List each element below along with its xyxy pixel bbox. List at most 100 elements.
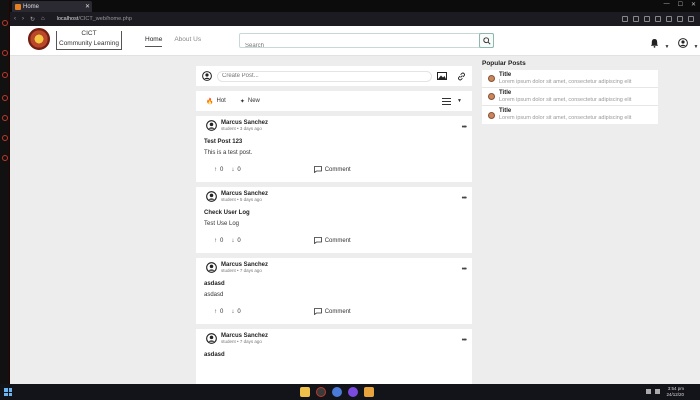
brand-line1: CICT [81, 30, 97, 37]
arrow-down-icon: ↓ [231, 237, 235, 244]
downvote-button[interactable]: ↓ 0 [231, 167, 240, 173]
browser-tabbar: Home ✕ — ☐ ✕ [10, 0, 700, 12]
upvote-button[interactable]: ↑ 0 [214, 167, 223, 173]
search-button[interactable] [479, 33, 494, 48]
comment-button[interactable]: Comment [313, 308, 351, 315]
toolbar-icon[interactable] [633, 16, 639, 22]
sidebar-app-icon[interactable] [2, 95, 8, 101]
post-title[interactable]: Test Post 123 [204, 139, 464, 145]
app-icon[interactable] [364, 387, 374, 397]
post-header: Marcus Sanchez student • 3 days ago [206, 120, 464, 131]
popular-item-title: Title [499, 108, 512, 114]
comment-label: Comment [324, 237, 351, 244]
hamburger-icon [442, 97, 452, 105]
popular-item[interactable]: Title Lorem ipsum dolor sit amet, consec… [482, 106, 658, 124]
more-options-icon[interactable]: ••• [462, 266, 467, 273]
nav-about[interactable]: About Us [174, 36, 201, 47]
browser-tab[interactable]: Home ✕ [12, 1, 92, 12]
comment-label: Comment [324, 166, 351, 173]
downvote-button[interactable]: ↓ 0 [231, 238, 240, 244]
more-options-icon[interactable]: ••• [462, 124, 467, 131]
nav-home[interactable]: Home [145, 36, 163, 47]
taskbar-apps [300, 387, 374, 397]
browser-app-icon[interactable] [316, 387, 326, 397]
post-meta: student • 3 days ago [221, 126, 262, 131]
sidebar-app-icon[interactable] [2, 20, 8, 26]
sidebar-app-icon[interactable] [2, 72, 8, 78]
popular-item-desc: Lorem ipsum dolor sit amet, consectetur … [499, 96, 632, 103]
popular-item[interactable]: Title Lorem ipsum dolor sit amet, consec… [482, 88, 658, 106]
post-title[interactable]: Check User Log [204, 210, 464, 216]
forward-icon[interactable]: › [22, 16, 24, 22]
more-options-icon[interactable]: ••• [462, 195, 467, 202]
toolbar-icon[interactable] [688, 16, 694, 22]
toolbar-icon[interactable] [622, 16, 628, 22]
comment-icon [313, 166, 322, 173]
author-avatar-icon[interactable] [206, 262, 217, 273]
view-menu-button[interactable]: ▼ [442, 97, 462, 105]
sidebar-app-icon[interactable] [2, 135, 8, 141]
create-post-input[interactable] [217, 70, 432, 82]
post-card: Marcus Sanchez student • 5 days ago ••• … [196, 187, 472, 253]
sidebar-app-icon[interactable] [2, 50, 8, 56]
minimize-icon[interactable]: — [664, 1, 670, 8]
sparkle-icon: ✦ [239, 98, 245, 105]
upvote-button[interactable]: ↑ 0 [214, 238, 223, 244]
sidebar-app-icon[interactable] [2, 115, 8, 121]
post-title[interactable]: asdasd [204, 352, 464, 358]
toolbar-icon[interactable] [677, 16, 683, 22]
file-explorer-icon[interactable] [300, 387, 310, 397]
avatar [488, 75, 495, 82]
os-taskbar: 3:54 pm 24/12/20 [0, 384, 700, 400]
post-card: Marcus Sanchez student • 7 days ago ••• … [196, 329, 472, 384]
post-header: Marcus Sanchez student • 7 days ago [206, 262, 464, 273]
site-navbar: CICT Community Learning Home About Us ▼ [10, 26, 700, 56]
close-tab-icon[interactable]: ✕ [85, 3, 90, 10]
downvote-count: 0 [237, 308, 241, 315]
sort-hot[interactable]: 🔥 Hot [206, 98, 226, 105]
comment-button[interactable]: Comment [313, 166, 351, 173]
back-icon[interactable]: ‹ [14, 16, 16, 22]
toolbar-icon[interactable] [644, 16, 650, 22]
close-window-icon[interactable]: ✕ [691, 1, 696, 8]
post-actions: ↑ 0 ↓ 0 Comment [204, 166, 464, 173]
tray-icon[interactable] [655, 389, 660, 394]
windows-start-icon[interactable] [4, 388, 12, 396]
link-icon[interactable] [457, 72, 466, 81]
author-avatar-icon[interactable] [206, 120, 217, 131]
tray-icon[interactable] [646, 389, 651, 394]
upvote-count: 0 [220, 166, 224, 173]
post-header: Marcus Sanchez student • 7 days ago [206, 333, 464, 344]
downvote-button[interactable]: ↓ 0 [231, 309, 240, 315]
brand-line2: Community Learning [59, 40, 119, 47]
search-input[interactable] [240, 39, 470, 53]
toolbar-icons [622, 16, 694, 22]
more-options-icon[interactable]: ••• [462, 337, 467, 344]
comment-button[interactable]: Comment [313, 237, 351, 244]
downvote-count: 0 [237, 237, 241, 244]
popular-item[interactable]: Title Lorem ipsum dolor sit amet, consec… [482, 70, 658, 88]
browser-sidebar [0, 0, 10, 384]
author-avatar-icon[interactable] [206, 333, 217, 344]
messenger-icon[interactable] [348, 387, 358, 397]
notifications-button[interactable]: ▼ [650, 35, 669, 53]
post-title[interactable]: asdasd [204, 281, 464, 287]
home-icon[interactable]: ⌂ [41, 16, 45, 22]
favicon-icon [15, 3, 21, 10]
sidebar-app-icon[interactable] [2, 155, 8, 161]
address-bar: ‹ › ↻ ⌂ localhost/CICT_web/home.php [10, 12, 700, 26]
upvote-button[interactable]: ↑ 0 [214, 309, 223, 315]
account-button[interactable]: ▼ [678, 35, 698, 53]
toolbar-icon[interactable] [655, 16, 661, 22]
toolbar-icon[interactable] [666, 16, 672, 22]
image-upload-icon[interactable] [437, 72, 447, 80]
author-avatar-icon[interactable] [206, 191, 217, 202]
sort-new[interactable]: ✦ New [240, 98, 260, 105]
brand-box[interactable]: CICT Community Learning [56, 30, 122, 50]
maximize-icon[interactable]: ☐ [678, 1, 683, 8]
clock[interactable]: 3:54 pm 24/12/20 [666, 386, 684, 398]
reload-icon[interactable]: ↻ [30, 16, 35, 23]
cict-logo[interactable] [28, 28, 50, 50]
url-field[interactable]: localhost/CICT_web/home.php [57, 16, 132, 22]
app-icon[interactable] [332, 387, 342, 397]
